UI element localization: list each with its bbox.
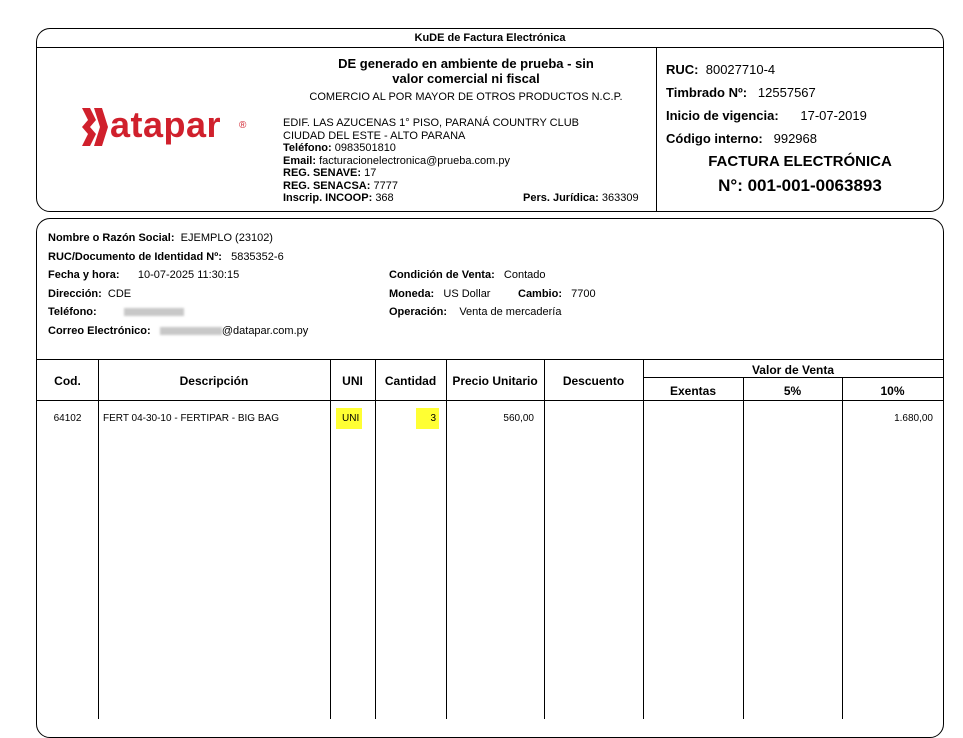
row-precio: 560,00 — [503, 413, 534, 424]
col-divider-5 — [544, 359, 545, 719]
invoice-number: N°: 001-001-0063893 — [718, 176, 882, 195]
col-divider-7 — [743, 377, 744, 719]
col-divider-1 — [98, 359, 99, 719]
logo-wordmark: atapar — [110, 104, 222, 145]
customer-telefono: Teléfono: — [48, 303, 378, 322]
header-precio: Precio Unitario — [452, 374, 538, 388]
company-activity: COMERCIO AL POR MAYOR DE OTROS PRODUCTOS… — [309, 91, 623, 103]
customer-name: Nombre o Razón Social: EJEMPLO (23102) — [48, 232, 273, 244]
header-cod: Cod. — [54, 374, 81, 388]
table-header-bottom — [37, 400, 943, 401]
moneda-row: Moneda: US Dollar Cambio: 7700 — [389, 287, 596, 300]
header-valor-venta: Valor de Venta — [751, 363, 835, 377]
company-phone: Teléfono: 0983501810 — [283, 142, 396, 154]
logo-registered: ® — [239, 120, 247, 131]
header-descripcion: Descripción — [179, 374, 249, 388]
invoice-type: FACTURA ELECTRÓNICA — [708, 153, 892, 170]
valor-venta-divider — [643, 377, 943, 378]
company-email: Email: facturacionelectronica@prueba.com… — [283, 154, 511, 167]
col-divider-8 — [842, 377, 843, 719]
operacion-row: Operación: Venta de mercadería — [389, 306, 562, 318]
title-divider — [37, 47, 943, 48]
row-descripcion: FERT 04-30-10 - FERTIPAR - BIG BAG — [103, 413, 279, 424]
header-diez: 10% — [880, 384, 905, 398]
reg-senave: REG. SENAVE: 17 — [283, 167, 377, 179]
inscrip-incoop: Inscrip. INCOOP: 368 Pers. Jurídica: 363… — [283, 192, 639, 204]
table-top-line — [37, 359, 943, 360]
sale-info: Condición de Venta: Contado Moneda: US D… — [389, 266, 719, 322]
row-cantidad: 3 — [376, 408, 439, 429]
header-cinco: 5% — [783, 384, 802, 398]
ruc-row: RUC: 80027710-4 — [666, 62, 776, 77]
pers-juridica: Pers. Jurídica: 363309 — [523, 192, 639, 204]
header-cantidad: Cantidad — [384, 374, 437, 388]
header-uni: UNI — [342, 374, 363, 388]
reg-senacsa: REG. SENACSA: 7777 — [283, 179, 398, 192]
header-exentas: Exentas — [669, 384, 717, 398]
row-uni: UNI — [336, 408, 366, 429]
address-line1: EDIF. LAS AZUCENAS 1° PISO, PARANÁ COUNT… — [283, 117, 579, 129]
document-title: KuDE de Factura Electrónica — [414, 32, 566, 44]
vigencia-row: Inicio de vigencia: 17-07-2019 — [666, 108, 867, 123]
condicion-venta: Condición de Venta: Contado — [389, 269, 546, 281]
env-notice-line2: valor comercial ni fiscal — [392, 71, 540, 86]
env-notice-line1: DE generado en ambiente de prueba - sin — [338, 56, 594, 71]
customer-ruc: RUC/Documento de Identidad Nº: 5835352-6 — [48, 250, 284, 263]
row-cod: 64102 — [53, 413, 82, 424]
customer-correo: Correo Electrónico: @datapar.com.py — [48, 324, 309, 337]
col-divider-6 — [643, 359, 644, 719]
header-descuento: Descuento — [562, 374, 625, 388]
company-logo: atapar ® — [80, 104, 260, 154]
customer-direccion: Dirección: CDE — [48, 287, 132, 300]
redacted-email-user — [159, 326, 222, 335]
timbrado-row: Timbrado Nº: 12557567 — [666, 85, 816, 100]
logo-mark-icon — [82, 108, 108, 146]
row-diez: 1.680,00 — [894, 413, 933, 424]
customer-info: Nombre o Razón Social: EJEMPLO (23102) R… — [48, 229, 378, 340]
redacted-phone — [124, 308, 185, 317]
address-line2: CIUDAD DEL ESTE - ALTO PARANA — [283, 129, 466, 142]
col-divider-2 — [330, 359, 331, 719]
company-details: EDIF. LAS AZUCENAS 1° PISO, PARANÁ COUNT… — [283, 117, 653, 205]
codigo-row: Código interno: 992968 — [666, 131, 817, 146]
fiscal-info: RUC: 80027710-4 Timbrado Nº: 12557567 In… — [666, 58, 936, 150]
customer-fecha: Fecha y hora: 10-07-2025 11:30:15 — [48, 269, 240, 281]
